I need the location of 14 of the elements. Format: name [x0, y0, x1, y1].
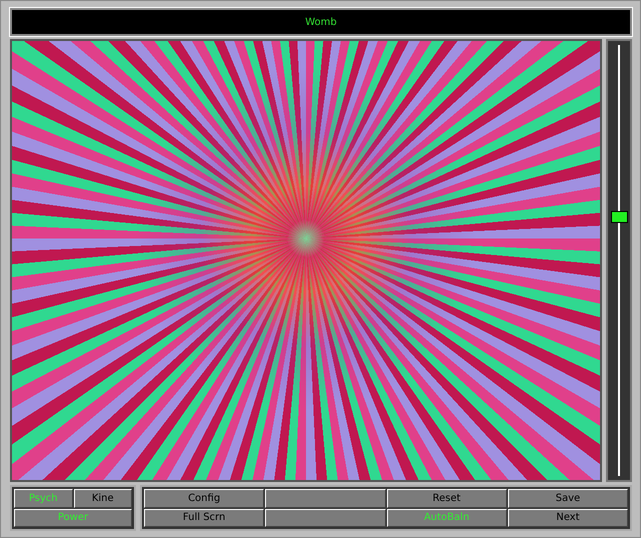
slider-thumb[interactable] [611, 210, 628, 223]
control-button[interactable]: AutoBaln [386, 508, 507, 527]
control-button[interactable]: Config [144, 489, 264, 508]
mode-button[interactable]: Psych [14, 489, 72, 508]
blank-button[interactable] [265, 508, 386, 527]
blank-button[interactable] [265, 489, 386, 508]
slider-track[interactable] [606, 39, 632, 482]
mode-button[interactable]: Power [14, 508, 132, 527]
control-button[interactable]: Next [508, 508, 628, 527]
control-button[interactable]: Reset [386, 489, 507, 508]
control-button[interactable]: Full Scrn [144, 508, 264, 527]
window-title: Womb [305, 16, 337, 28]
mode-button[interactable]: Kine [74, 489, 132, 508]
control-button[interactable]: Save [508, 489, 628, 508]
